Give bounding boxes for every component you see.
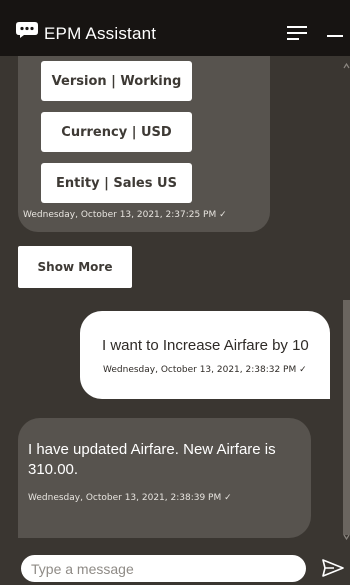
chat-bubble-icon <box>16 22 38 38</box>
bot-reply-text: I have updated Airfare. New Airfare is 3… <box>28 441 276 478</box>
app-header: EPM Assistant <box>0 0 350 56</box>
scroll-up-arrow-icon[interactable] <box>343 62 350 70</box>
chat-transcript[interactable]: Version | Working Currency | USD Entity … <box>0 56 344 545</box>
scrollbar-thumb[interactable] <box>343 300 350 535</box>
user-message: I want to Increase Airfare by 10 Wednesd… <box>80 311 330 399</box>
send-icon[interactable] <box>322 558 344 578</box>
bot-reply-message: I have updated Airfare. New Airfare is 3… <box>18 418 311 538</box>
scroll-down-arrow-icon[interactable] <box>343 533 350 541</box>
option-version-button[interactable]: Version | Working <box>41 61 192 101</box>
user-message-text: I want to Increase Airfare by 10 <box>102 337 309 354</box>
option-entity-button[interactable]: Entity | Sales US <box>41 163 192 203</box>
message-timestamp: Wednesday, October 13, 2021, 2:38:32 PM … <box>103 365 307 375</box>
hamburger-menu-icon[interactable] <box>287 26 309 40</box>
bot-options-message: Version | Working Currency | USD Entity … <box>18 56 270 232</box>
message-timestamp: Wednesday, October 13, 2021, 2:38:39 PM … <box>28 493 232 503</box>
message-timestamp: Wednesday, October 13, 2021, 2:37:25 PM … <box>23 210 227 220</box>
message-input[interactable] <box>21 555 306 582</box>
message-input-bar <box>0 545 350 585</box>
minimize-icon[interactable] <box>327 35 343 37</box>
app-title: EPM Assistant <box>44 24 157 43</box>
show-more-button[interactable]: Show More <box>18 246 132 288</box>
option-currency-button[interactable]: Currency | USD <box>41 112 192 152</box>
